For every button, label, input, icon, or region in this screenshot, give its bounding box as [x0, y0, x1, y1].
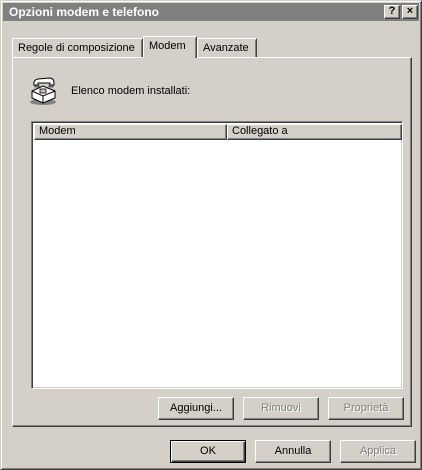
window-title: Opzioni modem e telefono: [9, 5, 160, 19]
tab-modem[interactable]: Modem: [143, 36, 197, 58]
tab-label: Modem: [149, 40, 186, 52]
tab-label: Regole di composizione: [18, 42, 135, 54]
dialog-window: Opzioni modem e telefono ? × Regole di c…: [0, 0, 422, 470]
column-header-label: Collegato a: [232, 125, 288, 137]
apply-button[interactable]: Applica: [340, 440, 416, 463]
title-bar[interactable]: Opzioni modem e telefono ? ×: [3, 3, 419, 21]
close-button[interactable]: ×: [402, 5, 418, 19]
remove-button[interactable]: Rimuovi: [243, 397, 319, 420]
tab-dialing-rules[interactable]: Regole di composizione: [12, 38, 143, 57]
help-button[interactable]: ?: [384, 5, 400, 19]
column-header-modem[interactable]: Modem: [34, 124, 227, 140]
column-header-label: Modem: [39, 125, 76, 137]
installed-modems-label: Elenco modem installati:: [71, 85, 191, 97]
cancel-button[interactable]: Annulla: [255, 440, 331, 463]
tab-label: Avanzate: [203, 42, 249, 54]
telephone-icon: [30, 77, 56, 105]
add-button[interactable]: Aggiungi...: [158, 397, 234, 420]
ok-button[interactable]: OK: [170, 440, 246, 463]
properties-button[interactable]: Proprietà: [328, 397, 404, 420]
modem-list[interactable]: Modem Collegato a: [31, 121, 403, 389]
column-header-connected-to[interactable]: Collegato a: [227, 124, 402, 140]
tab-advanced[interactable]: Avanzate: [197, 38, 257, 57]
